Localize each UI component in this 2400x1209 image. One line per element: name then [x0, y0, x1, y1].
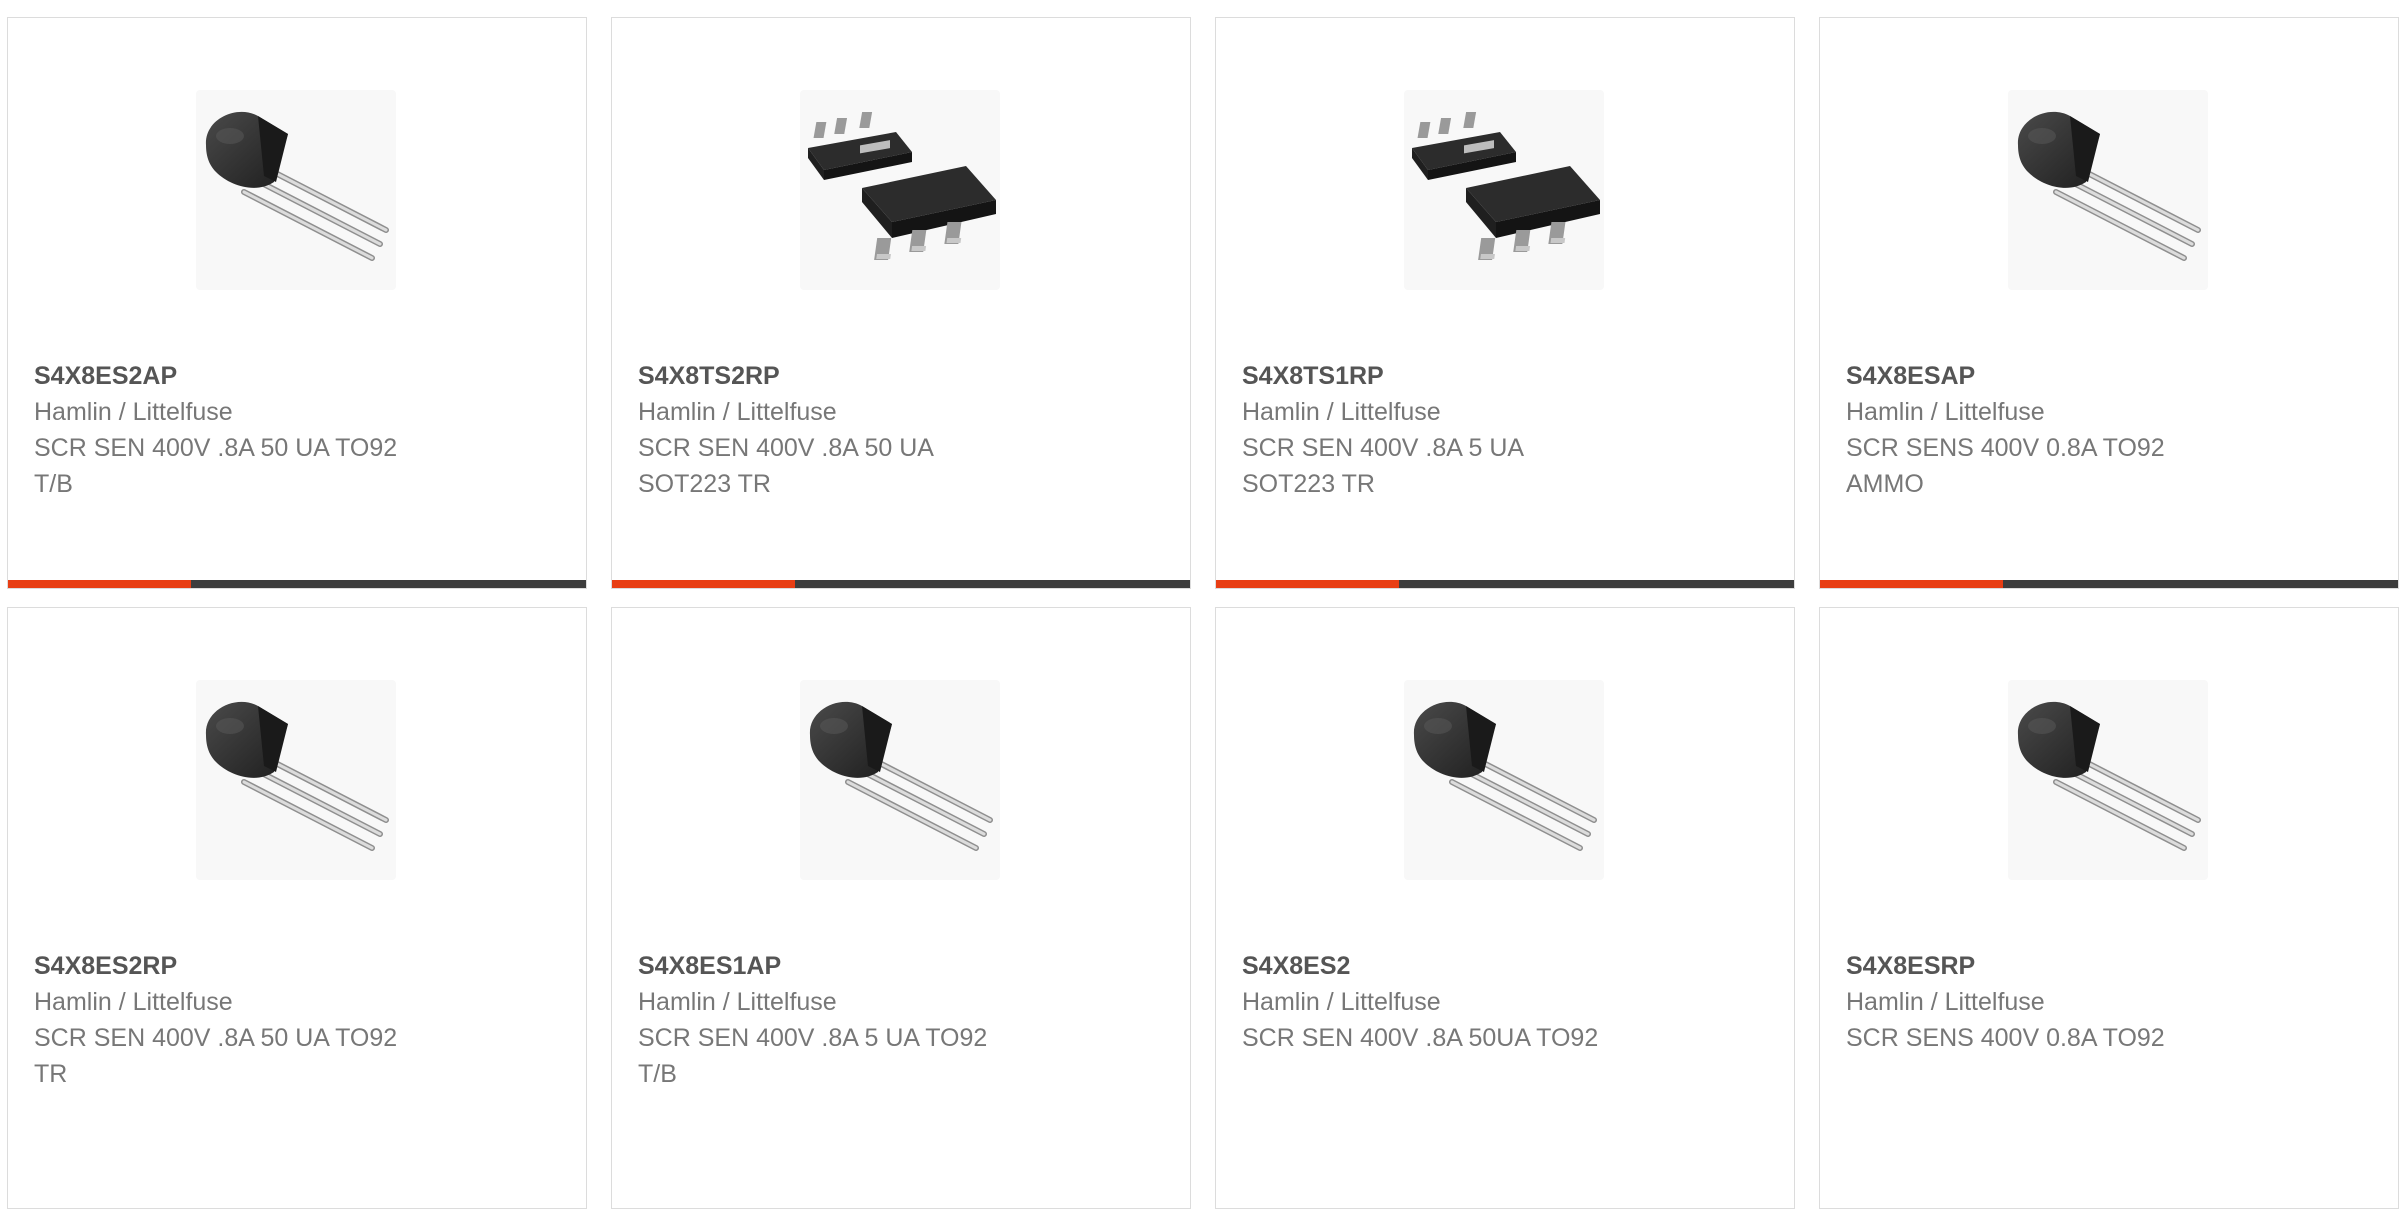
card-footer-accent [612, 580, 795, 588]
manufacturer-name: Hamlin / Littelfuse [638, 398, 837, 426]
card-footer-bar [1820, 580, 2398, 588]
card-footer-accent [8, 580, 191, 588]
product-description-line-2: T/B [34, 470, 73, 498]
product-description-line-1: SCR SENS 400V 0.8A TO92 [1846, 434, 2165, 462]
sot223-package-icon[interactable] [800, 90, 1000, 290]
part-number-link[interactable]: S4X8TS2RP [638, 358, 1108, 394]
card-footer-bar [8, 580, 586, 588]
card-footer-bar [1216, 580, 1794, 588]
to92-transistor-icon[interactable] [1404, 680, 1604, 880]
manufacturer-name: Hamlin / Littelfuse [1242, 988, 1441, 1016]
part-number-link[interactable]: S4X8ES2AP [34, 358, 504, 394]
product-info: S4X8TS1RP Hamlin / Littelfuse SCR SEN 40… [1242, 358, 1712, 502]
product-description-line-1: SCR SENS 400V 0.8A TO92 [1846, 1024, 2165, 1052]
to92-transistor-icon[interactable] [2008, 90, 2208, 290]
part-number-link[interactable]: S4X8ES2 [1242, 948, 1712, 984]
card-footer-accent [1216, 580, 1399, 588]
product-info: S4X8ES1AP Hamlin / Littelfuse SCR SEN 40… [638, 948, 1108, 1092]
product-description-line-1: SCR SEN 400V .8A 50UA TO92 [1242, 1024, 1599, 1052]
to92-transistor-icon[interactable] [800, 680, 1000, 880]
to92-transistor-icon[interactable] [2008, 680, 2208, 880]
manufacturer-name: Hamlin / Littelfuse [1242, 398, 1441, 426]
product-card[interactable]: S4X8ES2AP Hamlin / Littelfuse SCR SEN 40… [7, 17, 587, 589]
product-card[interactable]: S4X8ES1AP Hamlin / Littelfuse SCR SEN 40… [611, 607, 1191, 1209]
manufacturer-name: Hamlin / Littelfuse [638, 988, 837, 1016]
product-grid: S4X8ES2AP Hamlin / Littelfuse SCR SEN 40… [7, 17, 2399, 1209]
card-footer-accent [1820, 580, 2003, 588]
product-info: S4X8ES2AP Hamlin / Littelfuse SCR SEN 40… [34, 358, 504, 502]
product-description-line-2: SOT223 TR [1242, 470, 1375, 498]
manufacturer-name: Hamlin / Littelfuse [1846, 398, 2045, 426]
part-number-link[interactable]: S4X8ESAP [1846, 358, 2316, 394]
product-info: S4X8ESRP Hamlin / Littelfuse SCR SENS 40… [1846, 948, 2316, 1056]
manufacturer-name: Hamlin / Littelfuse [34, 398, 233, 426]
product-description-line-1: SCR SEN 400V .8A 50 UA TO92 [34, 434, 398, 462]
part-number-link[interactable]: S4X8ES1AP [638, 948, 1108, 984]
product-info: S4X8ESAP Hamlin / Littelfuse SCR SENS 40… [1846, 358, 2316, 502]
product-description-line-2: TR [34, 1060, 68, 1088]
product-card[interactable]: S4X8ESRP Hamlin / Littelfuse SCR SENS 40… [1819, 607, 2399, 1209]
to92-transistor-icon[interactable] [196, 90, 396, 290]
product-info: S4X8ES2RP Hamlin / Littelfuse SCR SEN 40… [34, 948, 504, 1092]
to92-transistor-icon[interactable] [196, 680, 396, 880]
manufacturer-name: Hamlin / Littelfuse [34, 988, 233, 1016]
product-card[interactable]: S4X8ESAP Hamlin / Littelfuse SCR SENS 40… [1819, 17, 2399, 589]
product-description-line-1: SCR SEN 400V .8A 5 UA [1242, 434, 1525, 462]
product-card[interactable]: S4X8TS1RP Hamlin / Littelfuse SCR SEN 40… [1215, 17, 1795, 589]
product-description-line-2: AMMO [1846, 470, 1924, 498]
product-info: S4X8ES2 Hamlin / Littelfuse SCR SEN 400V… [1242, 948, 1712, 1056]
product-description-line-1: SCR SEN 400V .8A 50 UA TO92 [34, 1024, 398, 1052]
product-card[interactable]: S4X8ES2RP Hamlin / Littelfuse SCR SEN 40… [7, 607, 587, 1209]
product-description-line-2: SOT223 TR [638, 470, 771, 498]
product-card[interactable]: S4X8TS2RP Hamlin / Littelfuse SCR SEN 40… [611, 17, 1191, 589]
product-description-line-2: T/B [638, 1060, 677, 1088]
manufacturer-name: Hamlin / Littelfuse [1846, 988, 2045, 1016]
part-number-link[interactable]: S4X8TS1RP [1242, 358, 1712, 394]
part-number-link[interactable]: S4X8ES2RP [34, 948, 504, 984]
part-number-link[interactable]: S4X8ESRP [1846, 948, 2316, 984]
card-footer-bar [612, 580, 1190, 588]
product-description-line-1: SCR SEN 400V .8A 5 UA TO92 [638, 1024, 988, 1052]
product-info: S4X8TS2RP Hamlin / Littelfuse SCR SEN 40… [638, 358, 1108, 502]
sot223-package-icon[interactable] [1404, 90, 1604, 290]
product-card[interactable]: S4X8ES2 Hamlin / Littelfuse SCR SEN 400V… [1215, 607, 1795, 1209]
product-description-line-1: SCR SEN 400V .8A 50 UA [638, 434, 934, 462]
